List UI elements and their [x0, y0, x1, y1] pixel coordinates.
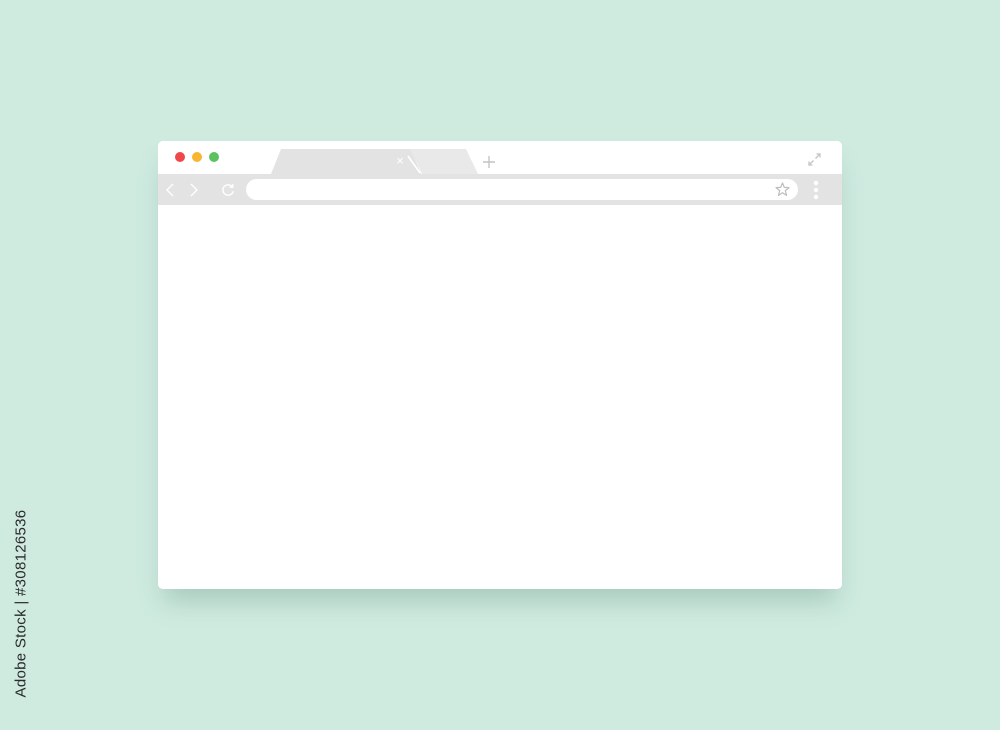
page-content[interactable] [158, 205, 842, 589]
chevron-left-icon [166, 183, 174, 197]
tab-close-icon[interactable]: × [394, 154, 406, 168]
plus-icon [483, 156, 495, 168]
stock-id-text: Adobe Stock | #308126536 [12, 509, 30, 697]
reload-button[interactable] [221, 183, 235, 197]
toolbar [158, 174, 842, 205]
new-tab-button[interactable] [482, 155, 496, 169]
forward-button[interactable] [186, 183, 200, 197]
back-button[interactable] [164, 183, 178, 197]
bookmark-button[interactable] [775, 182, 790, 197]
tab-separator [407, 155, 421, 174]
kebab-menu-icon [813, 180, 819, 200]
expand-button[interactable] [808, 153, 821, 166]
menu-button[interactable] [810, 179, 822, 201]
stock-id-watermark: Adobe Stock | #308126536 [6, 492, 36, 714]
address-bar[interactable] [246, 179, 798, 200]
chevron-right-icon [190, 183, 198, 197]
close-window-button[interactable] [175, 152, 185, 162]
title-bar: × [158, 141, 842, 174]
browser-window: × [158, 141, 842, 589]
star-icon [775, 182, 790, 196]
minimize-window-button[interactable] [192, 152, 202, 162]
reload-icon [222, 183, 234, 196]
expand-icon [808, 153, 821, 166]
maximize-window-button[interactable] [209, 152, 219, 162]
